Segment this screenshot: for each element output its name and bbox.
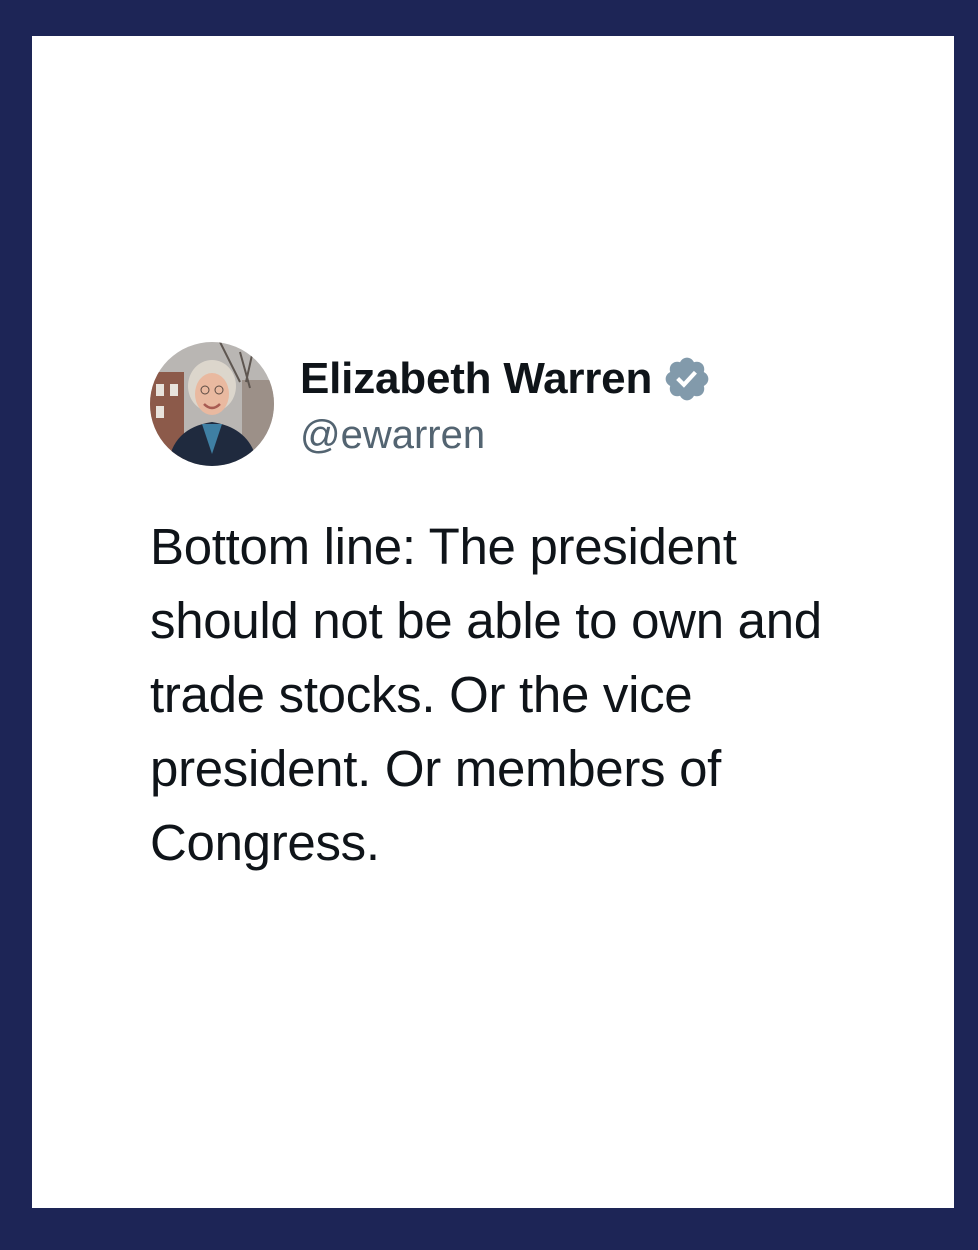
author-display-name[interactable]: Elizabeth Warren xyxy=(300,354,652,404)
author-avatar[interactable] xyxy=(150,342,274,466)
avatar-photo xyxy=(150,342,274,466)
tweet-header: Elizabeth Warren @ewarren xyxy=(150,342,712,466)
name-row: Elizabeth Warren xyxy=(300,351,712,407)
tweet-card: Elizabeth Warren @ewarren Bottom line: T… xyxy=(32,36,954,1208)
frame-border: Elizabeth Warren @ewarren Bottom line: T… xyxy=(0,0,978,1250)
author-handle[interactable]: @ewarren xyxy=(300,413,712,458)
author-names: Elizabeth Warren @ewarren xyxy=(300,351,712,458)
verified-badge-icon xyxy=(662,354,712,404)
tweet-text: Bottom line: The president should not be… xyxy=(150,518,822,871)
